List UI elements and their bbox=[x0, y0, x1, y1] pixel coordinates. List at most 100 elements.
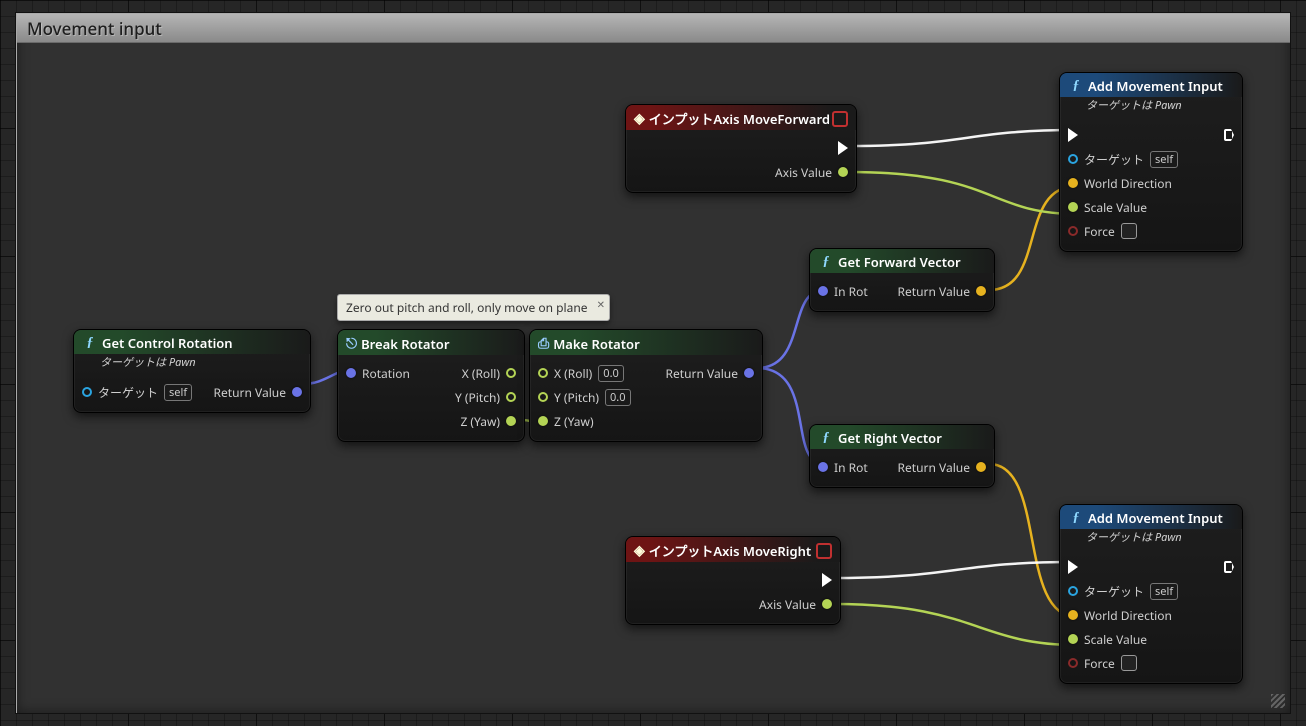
pin-icon bbox=[82, 387, 92, 397]
node-subtitle: ターゲットは Pawn bbox=[74, 354, 310, 374]
pin-z-yaw[interactable]: Z (Yaw) bbox=[460, 413, 516, 430]
function-icon: ƒ bbox=[1068, 78, 1084, 94]
node-title: インプットAxis MoveForward bbox=[649, 109, 830, 128]
node-get-forward-vector[interactable]: ƒ Get Forward Vector In Rot Return Value bbox=[809, 248, 995, 312]
pin-scale-value[interactable]: Scale Value bbox=[1068, 199, 1147, 216]
resize-grip-icon[interactable] bbox=[1271, 694, 1285, 708]
delegate-pin-icon[interactable] bbox=[832, 111, 848, 127]
node-header[interactable]: ƒ Add Movement Input bbox=[1060, 73, 1242, 97]
pin-icon bbox=[506, 368, 516, 378]
pin-exec-in[interactable] bbox=[1068, 128, 1078, 142]
pin-axis-value[interactable]: Axis Value bbox=[759, 596, 832, 613]
node-input-axis-moveforward[interactable]: ◈ インプットAxis MoveForward Axis Value bbox=[625, 104, 857, 193]
node-header[interactable]: ƒ Get Right Vector bbox=[810, 425, 994, 449]
node-header[interactable]: ƒ Get Control Rotation bbox=[74, 330, 310, 354]
pin-world-direction[interactable]: World Direction bbox=[1068, 175, 1172, 192]
pin-icon bbox=[346, 368, 356, 378]
checkbox[interactable] bbox=[1121, 223, 1137, 239]
node-input-axis-moveright[interactable]: ◈ インプットAxis MoveRight Axis Value bbox=[625, 536, 841, 625]
pin-exec-in[interactable] bbox=[1068, 560, 1078, 574]
pin-icon bbox=[1068, 610, 1078, 620]
pin-force[interactable]: Force bbox=[1068, 223, 1137, 240]
tooltip: Zero out pitch and roll, only move on pl… bbox=[337, 294, 610, 321]
pin-target[interactable]: ターゲット self bbox=[82, 384, 192, 401]
pin-force[interactable]: Force bbox=[1068, 655, 1137, 672]
pin-z-yaw[interactable]: Z (Yaw) bbox=[538, 413, 594, 430]
node-header[interactable]: ⎋ Break Rotator bbox=[338, 330, 524, 355]
pin-scale-value[interactable]: Scale Value bbox=[1068, 631, 1147, 648]
pin-icon bbox=[506, 392, 516, 402]
node-header[interactable]: ⎙ Make Rotator bbox=[530, 330, 762, 355]
pin-exec-out[interactable] bbox=[1224, 129, 1234, 141]
node-make-rotator[interactable]: ⎙ Make Rotator X (Roll) 0.0 Return Value bbox=[529, 329, 763, 442]
pin-icon bbox=[822, 599, 832, 609]
pin-in-rot[interactable]: In Rot bbox=[818, 283, 868, 300]
checkbox[interactable] bbox=[1121, 655, 1137, 671]
exec-icon bbox=[838, 141, 848, 155]
pin-icon bbox=[818, 462, 828, 472]
node-header[interactable]: ◈ インプットAxis MoveForward bbox=[626, 105, 856, 130]
pin-rotation[interactable]: Rotation bbox=[346, 365, 410, 382]
pin-target[interactable]: ターゲット self bbox=[1068, 151, 1178, 168]
node-title: Get Control Rotation bbox=[102, 334, 233, 352]
exec-icon bbox=[822, 573, 832, 587]
pin-in-rot[interactable]: In Rot bbox=[818, 459, 868, 476]
pin-x-roll[interactable]: X (Roll) bbox=[462, 365, 516, 382]
tooltip-close-icon: ✕ bbox=[597, 297, 605, 311]
pin-axis-value[interactable]: Axis Value bbox=[775, 164, 848, 181]
break-icon: ⎋ bbox=[346, 334, 357, 353]
node-title: Make Rotator bbox=[553, 335, 640, 353]
node-subtitle: ターゲットは Pawn bbox=[1060, 529, 1242, 549]
node-header[interactable]: ƒ Add Movement Input bbox=[1060, 505, 1242, 529]
pin-icon bbox=[1068, 634, 1078, 644]
node-get-right-vector[interactable]: ƒ Get Right Vector In Rot Return Value bbox=[809, 424, 995, 488]
pin-exec-out[interactable] bbox=[838, 141, 848, 155]
self-tag: self bbox=[1150, 151, 1178, 168]
node-add-movement-input-b[interactable]: ƒ Add Movement Input ターゲットは Pawn ターゲット bbox=[1059, 504, 1243, 684]
event-icon: ◈ bbox=[634, 109, 645, 128]
pin-return-value[interactable]: Return Value bbox=[214, 384, 302, 401]
exec-icon bbox=[1224, 129, 1234, 141]
pin-target[interactable]: ターゲット self bbox=[1068, 583, 1178, 600]
node-break-rotator[interactable]: ⎋ Break Rotator Rotation X (Roll) bbox=[337, 329, 525, 442]
value-input[interactable]: 0.0 bbox=[598, 365, 624, 382]
function-icon: ƒ bbox=[818, 430, 834, 446]
pin-y-pitch[interactable]: Y (Pitch) 0.0 bbox=[538, 389, 631, 406]
node-add-movement-input-a[interactable]: ƒ Add Movement Input ターゲットは Pawn ターゲット bbox=[1059, 72, 1243, 252]
exec-icon bbox=[1224, 561, 1234, 573]
self-tag: self bbox=[1150, 583, 1178, 600]
pin-exec-out[interactable] bbox=[1224, 561, 1234, 573]
node-header[interactable]: ƒ Get Forward Vector bbox=[810, 249, 994, 273]
pin-icon bbox=[1068, 178, 1078, 188]
node-title: Add Movement Input bbox=[1088, 509, 1223, 527]
pin-world-direction[interactable]: World Direction bbox=[1068, 607, 1172, 624]
pin-x-roll[interactable]: X (Roll) 0.0 bbox=[538, 365, 624, 382]
pin-exec-out[interactable] bbox=[822, 573, 832, 587]
node-get-control-rotation[interactable]: ƒ Get Control Rotation ターゲットは Pawn ターゲット… bbox=[73, 329, 311, 413]
value-input[interactable]: 0.0 bbox=[605, 389, 631, 406]
node-title: Get Right Vector bbox=[838, 429, 942, 447]
node-title: Add Movement Input bbox=[1088, 77, 1223, 95]
node-subtitle: ターゲットは Pawn bbox=[1060, 97, 1242, 117]
comment-title-text: Movement input bbox=[27, 17, 162, 40]
pin-return-value[interactable]: Return Value bbox=[898, 283, 986, 300]
comment-region[interactable]: Movement input Zero ou bbox=[16, 13, 1291, 714]
pin-return-value[interactable]: Return Value bbox=[666, 365, 754, 382]
pin-icon bbox=[292, 387, 302, 397]
make-icon: ⎙ bbox=[538, 334, 549, 353]
pin-icon bbox=[1068, 154, 1078, 164]
node-header[interactable]: ◈ インプットAxis MoveRight bbox=[626, 537, 840, 562]
comment-title[interactable]: Movement input bbox=[17, 14, 1291, 43]
pin-y-pitch[interactable]: Y (Pitch) bbox=[455, 389, 516, 406]
delegate-pin-icon[interactable] bbox=[816, 543, 832, 559]
function-icon: ƒ bbox=[818, 254, 834, 270]
pin-icon bbox=[538, 416, 548, 426]
pin-icon bbox=[818, 286, 828, 296]
node-title: Break Rotator bbox=[361, 335, 449, 353]
node-title: インプットAxis MoveRight bbox=[649, 541, 811, 560]
node-title: Get Forward Vector bbox=[838, 253, 961, 271]
event-icon: ◈ bbox=[634, 541, 645, 560]
pin-icon bbox=[1068, 202, 1078, 212]
pin-return-value[interactable]: Return Value bbox=[898, 459, 986, 476]
tooltip-text: Zero out pitch and roll, only move on pl… bbox=[346, 299, 588, 316]
